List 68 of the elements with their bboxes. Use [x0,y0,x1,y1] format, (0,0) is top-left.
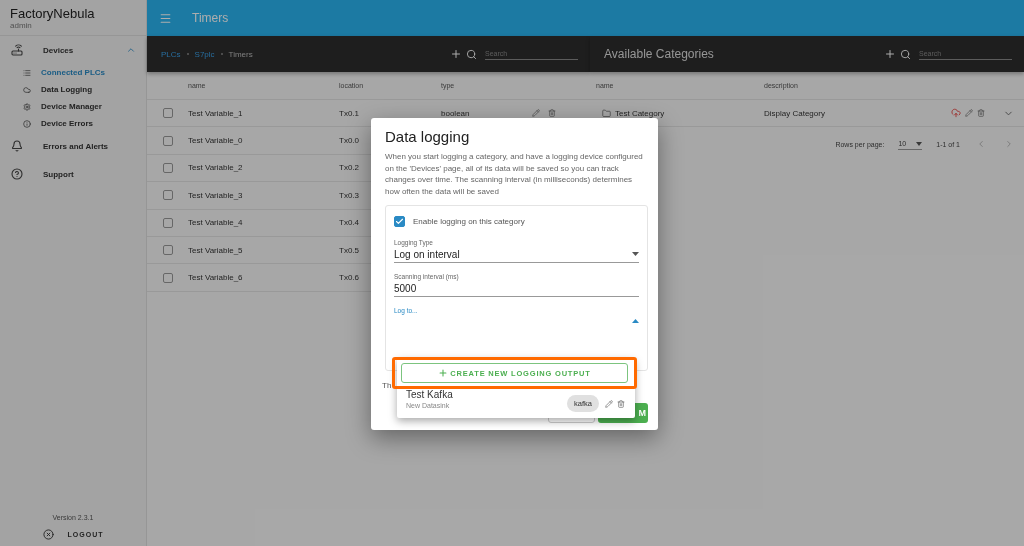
close-circle-icon [42,529,54,540]
table-cell: Test Variable_0 [188,136,243,146]
bell-icon [11,140,23,152]
enable-checkbox[interactable] [394,216,405,228]
row-checkbox[interactable] [162,162,173,173]
row-checkbox[interactable] [162,108,173,119]
table-cell: Tx0.2 [339,163,359,173]
checkbox-label: Enable logging on this category [413,217,525,227]
table-cell: Tx0.4 [339,218,359,228]
edit-icon[interactable] [530,109,542,118]
sidebar-item[interactable]: Support [0,160,146,188]
chevron-up-icon[interactable] [126,45,136,55]
table-cell: Test Variable_4 [188,218,243,228]
page-title: Timers [192,11,229,25]
row-checkbox[interactable] [162,245,173,256]
sidebar-item[interactable]: Devices [0,36,146,64]
footer-text: Th [382,381,392,391]
sidebar-subitem[interactable]: Device Errors [0,115,146,132]
list-icon [23,68,31,77]
router-icon [11,44,23,56]
table-cell: Tx0.0 [339,136,359,146]
add-button[interactable] [450,48,462,60]
row-checkbox[interactable] [162,190,173,201]
gear-icon [23,102,31,111]
search-button[interactable] [466,48,477,60]
dialog-description: When you start logging a category, and have a logging device configured on the 'Devices' page, all of its data will be saved so you can track changes over time. The scanning interval (in milliseconds) determines how often the data will be saved [385,151,644,198]
table-cell: Tx0.6 [339,273,359,283]
table-cell: Test Variable_5 [188,245,243,255]
sidebar-subitem[interactable]: Device Manager [0,98,146,115]
row-checkbox[interactable] [162,217,173,228]
table-cell: Test Variable_6 [188,273,243,283]
table-cell: Test Variable_2 [188,163,243,173]
table-cell: Tx0.1 [339,108,359,118]
cloud-icon [23,85,31,94]
user-name: admin [10,21,33,30]
dialog-title: Data logging [385,128,471,145]
table-cell: Test Variable_1 [188,108,243,118]
table-cell: boolean [441,108,470,118]
delete-icon[interactable] [975,109,987,118]
folder-icon [602,108,611,118]
delete-icon[interactable] [615,399,627,408]
row-checkbox[interactable] [162,272,173,283]
table-cell: Tx0.5 [339,245,359,255]
search-button[interactable] [900,48,911,60]
sidebar-item[interactable]: Errors and Alerts [0,132,146,160]
help-icon [11,168,23,180]
plus-icon [438,368,449,378]
info-icon [23,119,31,128]
table-cell: Test Variable_3 [188,190,243,200]
edit-icon[interactable] [603,399,615,408]
table-cell: Display Category [764,108,825,118]
app-brand: FactoryNebula [10,6,96,21]
row-checkbox[interactable] [162,135,173,146]
sidebar-subitem[interactable]: Data Logging [0,81,146,98]
cloud-upload-icon[interactable] [949,108,963,119]
logging-type-select[interactable]: Log on interval [394,246,639,264]
add-button[interactable] [884,48,896,60]
table-cell: Tx0.3 [339,190,359,200]
edit-icon[interactable] [963,109,975,118]
menu-icon[interactable] [159,11,172,25]
caret-down-icon [632,252,639,257]
table-cell: Test Category [615,108,665,118]
interval-field[interactable]: 5000 [394,280,639,298]
dropdown-caret-icon[interactable] [632,319,639,324]
caret-down-icon [916,141,923,146]
panel-title: Available Categories [604,47,714,61]
delete-icon[interactable] [546,109,558,118]
output-name: Test Kafka [406,390,454,400]
